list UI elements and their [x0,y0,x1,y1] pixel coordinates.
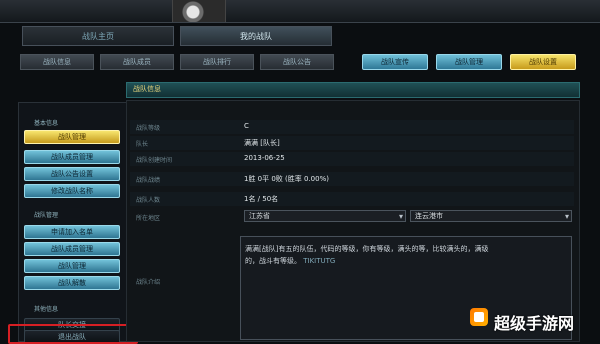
field-label: 战队战绩 [136,177,161,184]
member-count-value: 1名 / 50名 [244,195,279,203]
team-intro-line2: 的，战斗有等级。 [245,257,301,265]
field-label: 所在地区 [136,215,161,222]
field-label: 战队等级 [136,125,161,132]
team-level-value: C [244,122,249,130]
field-label: 队长 [136,141,149,148]
sidebar-section-title: 其他信息 [34,306,59,313]
highlight-box [8,324,138,344]
field-label: 战队人数 [136,197,161,204]
sidebar-item-member-manage-2[interactable]: 战队成员管理 [24,242,120,256]
created-date-value: 2013-06-25 [244,154,285,162]
tab-my-team[interactable]: 我的战队 [180,26,332,46]
sidebar-item-disband[interactable]: 战队解散 [24,276,120,290]
field-label: 战队创建时间 [136,157,173,164]
sidebar-section-title: 战队管理 [34,212,59,219]
record-value: 1胜 0平 0败 (胜率 0.00%) [244,175,329,183]
team-manage-button[interactable]: 战队管理 [436,54,502,70]
logo-icon [470,308,488,326]
sidebar-item-rename-team[interactable]: 修改战队名称 [24,184,120,198]
sidebar-item-notice-setting[interactable]: 战队公告设置 [24,167,120,181]
field-row [130,152,574,166]
field-label: 战队介绍 [136,279,161,286]
sidebar-item-team-manage[interactable]: 战队管理 [24,130,120,144]
chevron-down-icon: ▾ [398,212,403,221]
captain-value: 满满 [队长] [244,139,280,147]
team-intro-tag: TIKITUTG [303,257,336,265]
chevron-down-icon: ▾ [564,212,569,221]
city-select[interactable]: 连云港市 ▾ [410,210,572,222]
team-intro-text: 满满[战队]有五的队伍，代码的等级，你有等级，满头的等，比较满头的，满级 的，战… [245,243,569,267]
tab-team-home[interactable]: 战队主页 [22,26,174,46]
subtab-team-info[interactable]: 战队信息 [20,54,94,70]
sidebar-item-join-requests[interactable]: 申请加入名单 [24,225,120,239]
sidebar-item-member-manage[interactable]: 战队成员管理 [24,150,120,164]
team-intro-line1: 满满[战队]有五的队伍，代码的等级，你有等级，满头的等，比较满头的，满级 [245,245,489,253]
field-row [130,120,574,134]
top-bar [0,0,600,23]
team-promote-button[interactable]: 战队宣传 [362,54,428,70]
field-row [130,172,574,186]
city-value: 连云港市 [415,212,443,220]
sidebar-section-title: 基本信息 [34,120,59,127]
team-settings-button[interactable]: 战队设置 [510,54,576,70]
province-value: 江苏省 [249,212,270,220]
sidebar-item-team-manage-2[interactable]: 战队管理 [24,259,120,273]
province-select[interactable]: 江苏省 ▾ [244,210,406,222]
subtab-team-members[interactable]: 战队成员 [100,54,174,70]
avatar [172,0,226,22]
watermark-text: 超级手游网 [494,314,575,333]
field-row [130,192,574,206]
panel-title: 战队信息 [133,85,161,93]
field-row [130,136,574,150]
subtab-team-notice[interactable]: 战队公告 [260,54,334,70]
subtab-team-ranking[interactable]: 战队排行 [180,54,254,70]
panel-header: 战队信息 [126,82,580,98]
